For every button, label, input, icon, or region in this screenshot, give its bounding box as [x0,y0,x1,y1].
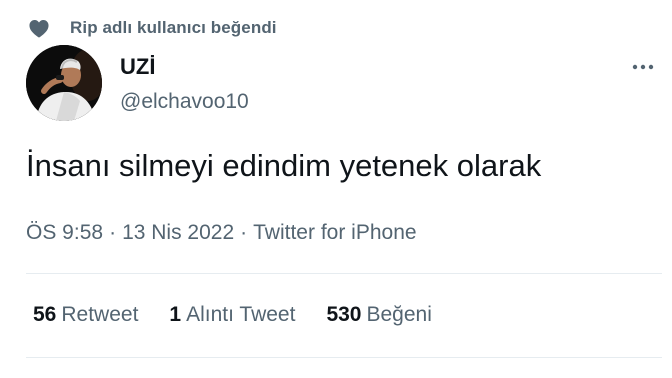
tweet-stats: 56 Retweet 1 Alıntı Tweet 530 Beğeni [33,300,463,330]
more-dots-icon [632,57,654,75]
likes-stat[interactable]: 530 Beğeni [326,300,431,330]
meta-separator: · [240,221,248,244]
username-handle[interactable]: @elchavoo10 [120,89,249,115]
tweet-text: İnsanı silmeyi edindim yetenek olarak [26,148,542,183]
likes-count: 530 [326,303,362,326]
author-block[interactable]: UZİ @elchavoo10 [120,54,249,115]
display-name[interactable]: UZİ [120,54,249,80]
quote-tweets-label: Alıntı Tweet [186,303,296,326]
likes-label: Beğeni [366,303,432,326]
tweet-metadata: ÖS 9:58 · 13 Nis 2022 · Twitter for iPhone [26,218,417,248]
quote-tweets-stat[interactable]: 1 Alıntı Tweet [169,300,295,330]
tweet-date[interactable]: 13 Nis 2022 [122,221,234,244]
tweet-source[interactable]: Twitter for iPhone [253,221,416,244]
meta-separator: · [109,221,117,244]
retweets-stat[interactable]: 56 Retweet [33,300,138,330]
quote-tweets-count: 1 [169,303,182,326]
avatar[interactable] [26,45,102,121]
social-context[interactable]: Rip adlı kullanıcı beğendi [26,14,277,42]
tweet-time[interactable]: ÖS 9:58 [26,221,103,244]
divider [26,273,662,274]
divider [26,357,662,358]
retweets-label: Retweet [61,303,139,326]
heart-icon [26,15,52,41]
social-context-text: Rip adlı kullanıcı beğendi [70,18,277,37]
more-options-button[interactable] [628,56,658,76]
retweets-count: 56 [33,303,57,326]
